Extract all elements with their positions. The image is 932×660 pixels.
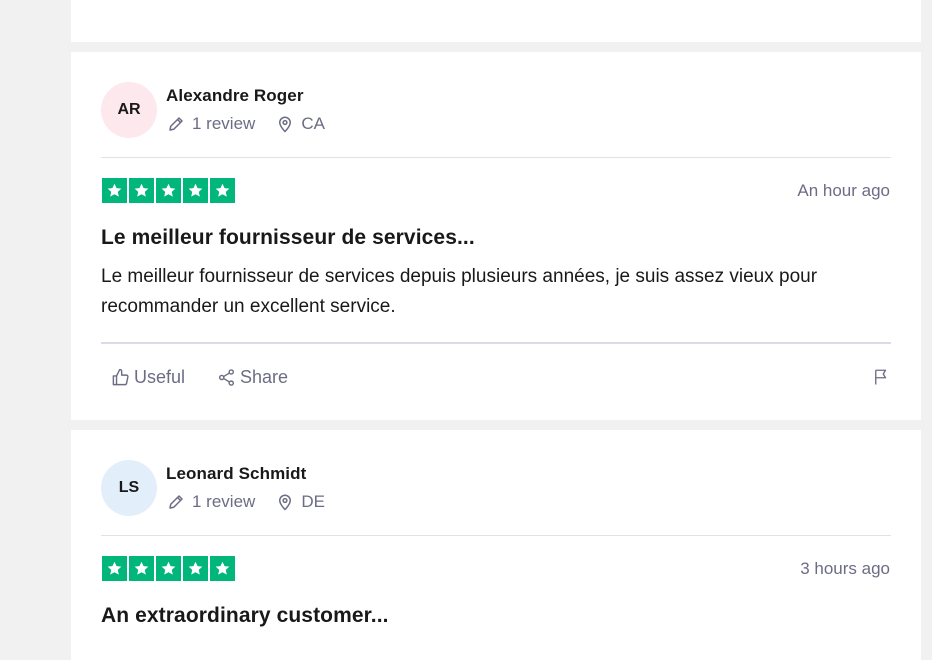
- location-pin-icon: [275, 114, 295, 134]
- divider: [101, 342, 891, 344]
- divider: [101, 535, 891, 536]
- reviewer-name[interactable]: Alexandre Roger: [166, 86, 304, 106]
- reviewer-name[interactable]: Leonard Schmidt: [166, 464, 306, 484]
- useful-button[interactable]: Useful: [110, 367, 185, 388]
- review-title[interactable]: An extraordinary customer...: [101, 604, 389, 628]
- avatar[interactable]: AR: [101, 82, 157, 138]
- share-button[interactable]: Share: [216, 367, 288, 388]
- review-date: 3 hours ago: [800, 559, 890, 578]
- star-icon: [156, 178, 181, 203]
- thumbs-up-icon: [110, 368, 130, 388]
- avatar-initials: LS: [118, 479, 140, 496]
- star-icon: [183, 178, 208, 203]
- review-body: Le meilleur fournisseur de services depu…: [101, 266, 818, 317]
- avatar[interactable]: LS: [101, 460, 157, 516]
- location-pin-icon: [275, 492, 295, 512]
- star-icon: [210, 556, 235, 581]
- divider: [101, 157, 891, 158]
- star-icon: [102, 556, 127, 581]
- country-code: CA: [301, 114, 325, 133]
- star-rating: [102, 178, 235, 203]
- avatar-initials: AR: [117, 101, 141, 118]
- pencil-icon: [166, 492, 186, 512]
- useful-label: Useful: [134, 367, 186, 387]
- star-icon: [210, 178, 235, 203]
- flag-icon[interactable]: [871, 367, 891, 387]
- star-rating: [102, 556, 235, 581]
- pencil-icon: [166, 114, 186, 134]
- star-icon: [183, 556, 208, 581]
- review-count: 1 review: [192, 492, 256, 511]
- review-date: An hour ago: [797, 181, 890, 200]
- star-icon: [129, 556, 154, 581]
- star-icon: [102, 178, 127, 203]
- review-card: LS Leonard Schmidt 1 review DE 3 hours a…: [71, 430, 921, 660]
- share-icon: [216, 368, 236, 388]
- reviewer-meta: 1 review DE: [166, 492, 345, 512]
- review-count: 1 review: [192, 114, 256, 133]
- star-icon: [129, 178, 154, 203]
- star-icon: [156, 556, 181, 581]
- share-label: Share: [240, 367, 289, 387]
- review-card-previous: [71, 0, 921, 42]
- country-code: DE: [301, 492, 325, 511]
- reviewer-meta: 1 review CA: [166, 114, 345, 134]
- review-card: AR Alexandre Roger 1 review CA An hour a…: [71, 52, 921, 420]
- review-title[interactable]: Le meilleur fournisseur de services...: [101, 226, 475, 250]
